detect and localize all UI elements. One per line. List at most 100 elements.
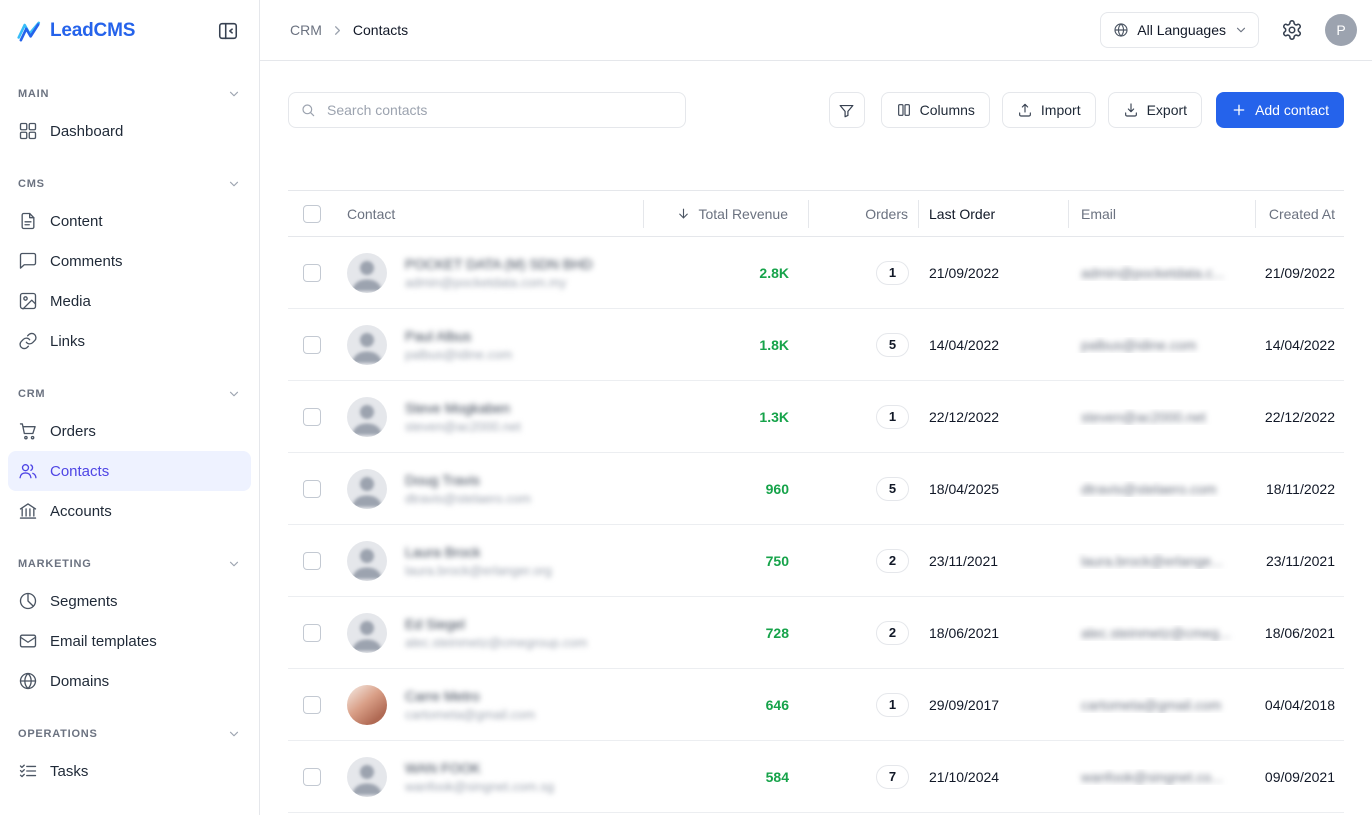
email-value: dtravis@stelaero.com [1081,481,1217,497]
table-row[interactable]: Doug Travis dtravis@stelaero.com 960 5 1… [288,453,1344,525]
column-header-label: Contact [347,206,395,222]
sidebar-section-label: MARKETING [18,558,92,570]
contact-avatar [347,613,387,653]
settings-button[interactable] [1277,15,1307,45]
contact-email: dtravis@stelaero.com [405,491,531,506]
breadcrumb-parent[interactable]: CRM [290,22,322,38]
orders-badge: 2 [876,621,909,645]
column-header-created-at[interactable]: Created At [1256,200,1344,228]
table-header-row: Contact Total Revenue Orders Last Order [288,191,1344,237]
table-row[interactable]: Ed Siegel alec.steinmetz@cmegroup.com 72… [288,597,1344,669]
contact-avatar [347,253,387,293]
chevron-right-icon [330,23,345,38]
column-header-label: Orders [865,206,908,222]
table-row[interactable]: WAN FOOK wanfook@singnet.com.sg 584 7 21… [288,741,1344,813]
sidebar-item-domains[interactable]: Domains [8,661,251,701]
search-input[interactable] [288,92,686,128]
sidebar-item-media[interactable]: Media [8,281,251,321]
sidebar-section: MAIN Dashboard [8,87,251,151]
sidebar-section-header[interactable]: MARKETING [8,557,251,571]
select-all-checkbox[interactable] [303,205,321,223]
total-revenue-value: 728 [644,625,809,641]
sidebar-item-accounts[interactable]: Accounts [8,491,251,531]
main-content: Columns Import Export [260,61,1372,815]
column-header-orders[interactable]: Orders [809,200,919,228]
orders-badge: 1 [876,693,909,717]
filter-button[interactable] [829,92,865,128]
chevron-down-icon [227,727,241,741]
total-revenue-value: 1.8K [644,337,809,353]
row-checkbox[interactable] [303,336,321,354]
email-value: admin@pocketdata.c... [1081,265,1224,281]
import-button[interactable]: Import [1002,92,1096,128]
column-header-email[interactable]: Email [1069,200,1256,228]
row-checkbox[interactable] [303,264,321,282]
row-checkbox[interactable] [303,408,321,426]
chevron-down-icon [227,177,241,191]
column-header-total-revenue[interactable]: Total Revenue [644,200,809,228]
total-revenue-value: 1.3K [644,409,809,425]
sidebar-item-dashboard[interactable]: Dashboard [8,111,251,151]
email-value: alec.steinmetz@cmeg... [1081,625,1231,641]
contact-email: wanfook@singnet.com.sg [405,779,554,794]
app-name: LeadCMS [50,20,135,42]
upload-icon [1017,102,1033,118]
row-checkbox[interactable] [303,480,321,498]
sidebar-section: CMS Content Comments Media Links [8,177,251,361]
sidebar-item-tasks[interactable]: Tasks [8,751,251,791]
table-row[interactable]: Steve Mogkaben steven@ac2000.net 1.3K 1 … [288,381,1344,453]
export-button-label: Export [1147,102,1187,118]
columns-button[interactable]: Columns [881,92,990,128]
sidebar-item-email-templates[interactable]: Email templates [8,621,251,661]
chevron-down-icon [227,387,241,401]
chevron-down-icon [1234,23,1248,37]
contact-avatar [347,397,387,437]
sidebar-item-orders[interactable]: Orders [8,411,251,451]
globe-icon [1113,22,1129,38]
created-at-date: 18/11/2022 [1256,481,1344,497]
column-header-label: Email [1081,206,1116,222]
sidebar-section-header[interactable]: CRM [8,387,251,401]
document-icon [18,211,38,231]
table-row[interactable]: Laura Brock laura.brock@erlanger.org 750… [288,525,1344,597]
language-selector[interactable]: All Languages [1100,12,1259,48]
add-contact-button[interactable]: Add contact [1216,92,1344,128]
export-button[interactable]: Export [1108,92,1202,128]
column-header-last-order[interactable]: Last Order [919,200,1069,228]
toolbar: Columns Import Export [288,92,1344,128]
sidebar-item-segments[interactable]: Segments [8,581,251,621]
orders-badge: 5 [876,477,909,501]
table-row[interactable]: Paul Albus palbus@idine.com 1.8K 5 14/04… [288,309,1344,381]
download-icon [1123,102,1139,118]
email-value: steven@ac2000.net [1081,409,1206,425]
contacts-table-body: POCKET DATA (M) SDN BHD admin@pocketdata… [288,237,1344,813]
sidebar-collapse-button[interactable] [213,16,243,46]
sidebar-section: CRM Orders Contacts Accounts [8,387,251,531]
sidebar-item-contacts[interactable]: Contacts [8,451,251,491]
row-checkbox[interactable] [303,768,321,786]
created-at-date: 18/06/2021 [1256,625,1344,641]
last-order-date: 21/10/2024 [919,769,1069,785]
row-checkbox[interactable] [303,552,321,570]
sidebar-item-links[interactable]: Links [8,321,251,361]
row-checkbox[interactable] [303,624,321,642]
sidebar-section-header[interactable]: CMS [8,177,251,191]
sidebar-item-content[interactable]: Content [8,201,251,241]
sidebar-section-header[interactable]: MAIN [8,87,251,101]
user-avatar[interactable]: P [1325,14,1357,46]
contact-email: admin@pocketdata.com.my [405,275,592,290]
created-at-date: 14/04/2022 [1256,337,1344,353]
app-logo[interactable]: LeadCMS [16,18,135,44]
sidebar-section-header[interactable]: OPERATIONS [8,727,251,741]
created-at-date: 09/09/2021 [1256,769,1344,785]
segments-icon [18,591,38,611]
table-row[interactable]: Carre Metro cartometa@gmail.com 646 1 29… [288,669,1344,741]
row-checkbox[interactable] [303,696,321,714]
table-row[interactable]: POCKET DATA (M) SDN BHD admin@pocketdata… [288,237,1344,309]
orders-badge: 5 [876,333,909,357]
sidebar-item-comments[interactable]: Comments [8,241,251,281]
panel-collapse-icon [217,20,239,42]
sidebar-section-label: CMS [18,178,45,190]
contact-avatar [347,541,387,581]
column-header-contact[interactable]: Contact [335,200,644,228]
